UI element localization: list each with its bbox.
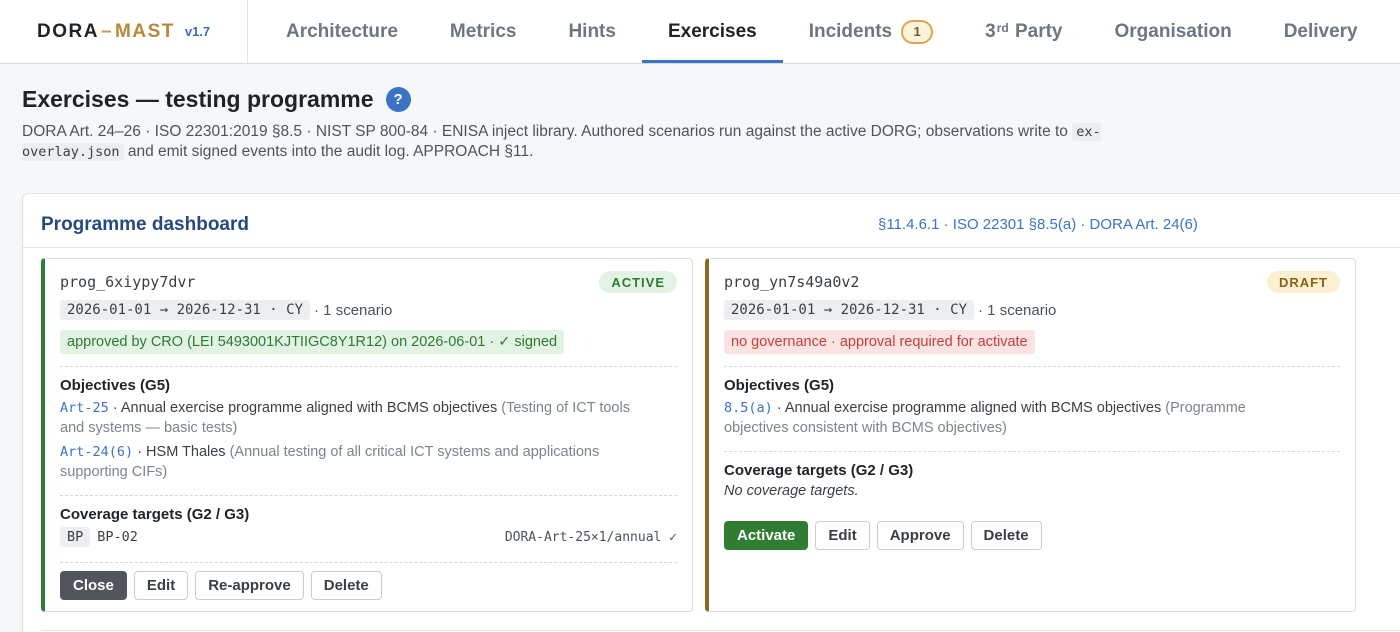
coverage-empty: No coverage targets. <box>724 483 859 499</box>
page-title-text: Exercises — testing programme <box>22 86 374 112</box>
delete-button[interactable]: Delete <box>310 571 382 600</box>
tab-incidents-label: Incidents <box>808 20 893 42</box>
objective-item: Art-25 · Annual exercise programme align… <box>60 398 647 438</box>
coverage-heading: Coverage targets (G2 / G3) <box>724 462 914 479</box>
dashboard-divider <box>23 247 1400 248</box>
programme-scenarios: · 1 scenario <box>314 301 393 319</box>
tab-third-number: 3 <box>985 20 996 42</box>
programme-meta: 2026-01-01 → 2026-12-31 · CY · 1 scenari… <box>60 300 392 320</box>
section-divider <box>60 562 677 563</box>
programme-id: prog_6xiypy7dvr <box>60 273 196 291</box>
brand-version: v1.7 <box>184 24 211 39</box>
tab-third-party[interactable]: 3rd Party <box>959 0 1088 63</box>
objectives-heading: Objectives (G5) <box>724 377 835 394</box>
dashboard-references[interactable]: §11.4.6.1 · ISO 22301 §8.5(a) · DORA Art… <box>878 216 1198 233</box>
section-divider <box>724 366 1340 367</box>
dashboard-bottom-divider <box>41 630 1400 631</box>
coverage-status: DORA-Art-25×1/annual ✓ <box>504 529 677 545</box>
incidents-count-badge: 1 <box>901 19 934 44</box>
subtitle-part-b: and emit signed events into the audit lo… <box>127 143 534 160</box>
approve-button[interactable]: Approve <box>876 521 964 550</box>
objective-ref-link[interactable]: 8.5(a) <box>724 400 773 416</box>
programme-card-active: prog_6xiypy7dvr ACTIVE 2026-01-01 → 2026… <box>41 258 693 612</box>
tab-organisation[interactable]: Organisation <box>1089 0 1258 63</box>
coverage-tag: BP <box>60 527 91 547</box>
help-icon[interactable]: ? <box>385 87 411 112</box>
coverage-row: BP BP-02 DORA-Art-25×1/annual ✓ <box>60 527 677 547</box>
section-divider <box>724 451 1340 452</box>
card-actions: Close Edit Re-approve Delete <box>60 571 382 600</box>
objective-ref-link[interactable]: Art-24(6) <box>60 444 133 460</box>
brand-logo[interactable]: DORA – MAST v1.7 <box>0 0 248 63</box>
brand-part2: MAST <box>115 20 175 42</box>
objective-text: · HSM Thales <box>137 444 226 460</box>
programme-card-draft: prog_yn7s49a0v2 DRAFT 2026-01-01 → 2026-… <box>705 258 1356 612</box>
governance-badge: approved by CRO (LEI 5493001KJTIIGC8Y1R1… <box>60 330 565 354</box>
programme-range: 2026-01-01 → 2026-12-31 · CY <box>60 300 311 320</box>
status-badge: DRAFT <box>1266 271 1340 293</box>
card-actions: Activate Edit Approve Delete <box>724 521 1042 550</box>
section-divider <box>60 495 677 496</box>
brand-part1: DORA <box>37 20 99 42</box>
section-divider <box>60 366 677 367</box>
objective-text: · Annual exercise programme aligned with… <box>112 400 498 416</box>
objective-ref-link[interactable]: Art-25 <box>60 400 109 416</box>
status-badge: ACTIVE <box>599 271 677 293</box>
tab-metrics[interactable]: Metrics <box>424 0 543 63</box>
close-button[interactable]: Close <box>60 571 127 600</box>
brand-separator: – <box>100 20 114 42</box>
dashboard-title: Programme dashboard <box>41 214 249 235</box>
objective-item: 8.5(a) · Annual exercise programme align… <box>724 398 1310 438</box>
objectives-heading: Objectives (G5) <box>60 377 171 394</box>
programme-range: 2026-01-01 → 2026-12-31 · CY <box>724 300 975 320</box>
delete-button[interactable]: Delete <box>970 521 1042 550</box>
coverage-heading: Coverage targets (G2 / G3) <box>60 506 250 523</box>
tab-incidents[interactable]: Incidents 1 <box>783 0 959 63</box>
tab-exercises[interactable]: Exercises <box>641 0 783 63</box>
governance-warning: no governance · approval required for ac… <box>724 330 1035 354</box>
page-title: Exercises — testing programme ? <box>22 86 411 113</box>
tab-architecture[interactable]: Architecture <box>260 0 424 63</box>
edit-button[interactable]: Edit <box>815 521 870 550</box>
edit-button[interactable]: Edit <box>133 571 189 600</box>
programme-dashboard: Programme dashboard §11.4.6.1 · ISO 2230… <box>22 193 1400 632</box>
activate-button[interactable]: Activate <box>724 521 809 550</box>
top-bar: DORA – MAST v1.7 Architecture Metrics Hi… <box>0 0 1400 64</box>
reapprove-button[interactable]: Re-approve <box>195 571 304 600</box>
tab-third-superscript: rd <box>996 20 1009 35</box>
page-subtitle: DORA Art. 24–26 · ISO 22301:2019 §8.5 · … <box>22 122 1172 162</box>
coverage-value: BP-02 <box>97 529 138 545</box>
programme-id: prog_yn7s49a0v2 <box>724 273 860 291</box>
programme-scenarios: · 1 scenario <box>978 301 1057 319</box>
tab-delivery[interactable]: Delivery <box>1258 0 1384 63</box>
subtitle-part-a: DORA Art. 24–26 · ISO 22301:2019 §8.5 · … <box>22 123 1068 140</box>
tab-third-label: Party <box>1014 20 1063 42</box>
programme-meta: 2026-01-01 → 2026-12-31 · CY · 1 scenari… <box>724 300 1056 320</box>
objective-item: Art-24(6) · HSM Thales (Annual testing o… <box>60 442 647 482</box>
main-tabs: Architecture Metrics Hints Exercises Inc… <box>260 0 1384 63</box>
objective-text: · Annual exercise programme aligned with… <box>776 400 1162 416</box>
tab-hints[interactable]: Hints <box>542 0 642 63</box>
